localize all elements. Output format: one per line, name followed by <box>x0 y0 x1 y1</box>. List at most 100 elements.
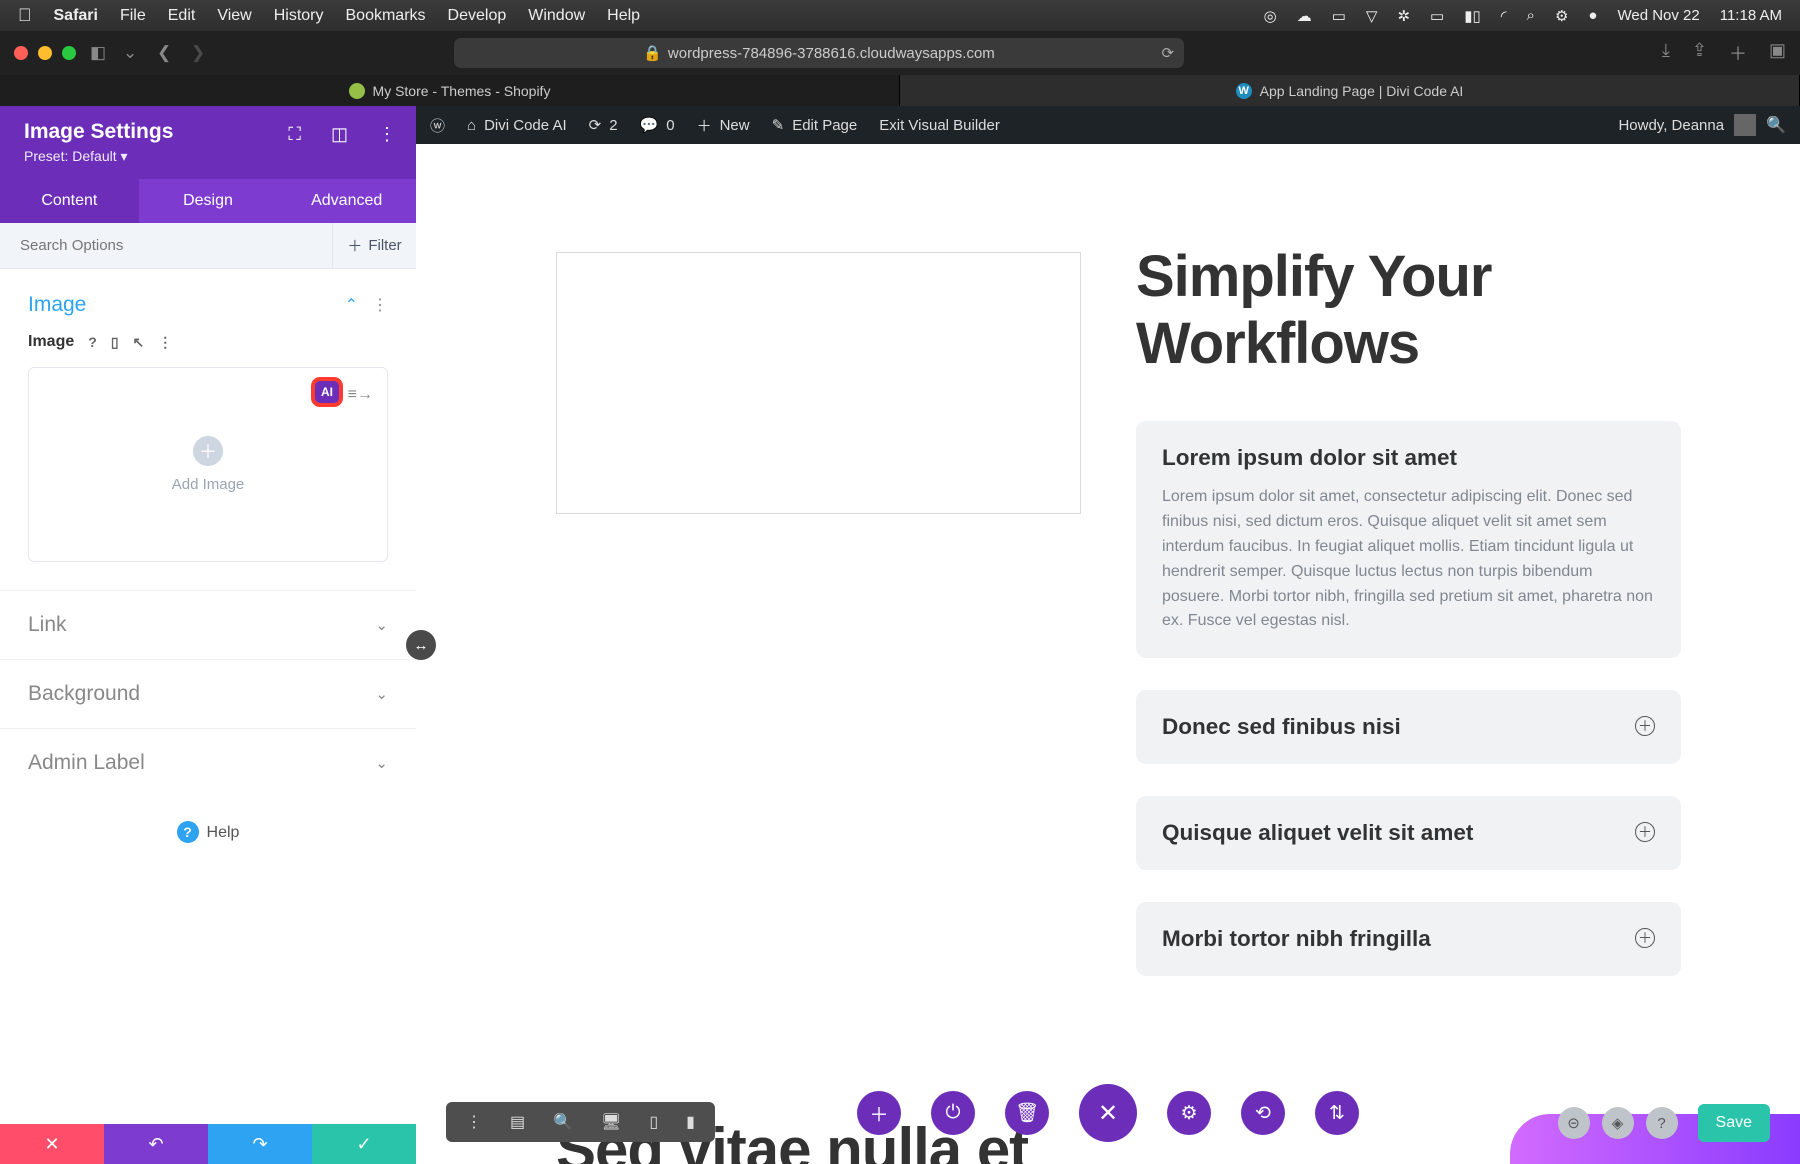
confirm-button[interactable]: ✓ <box>312 1124 416 1164</box>
section-image-header[interactable]: Image ⌃ ⋮ <box>0 283 416 327</box>
share-icon[interactable]: ⇪ <box>1692 40 1707 66</box>
panel-resize-handle[interactable]: ↔ <box>406 630 436 660</box>
browser-tab-shopify[interactable]: My Store - Themes - Shopify <box>0 75 900 106</box>
layers-icon[interactable]: ◈ <box>1602 1107 1634 1139</box>
help-icon[interactable]: ? <box>88 334 97 350</box>
collapse-icon[interactable]: ⌃ <box>345 295 358 315</box>
menu-view[interactable]: View <box>217 7 251 25</box>
tab-advanced[interactable]: Advanced <box>277 179 416 223</box>
image-upload-area[interactable]: AI ≡→ ＋ Add Image <box>28 367 388 562</box>
maximize-window[interactable] <box>62 46 76 60</box>
spotlight-icon[interactable]: ⌕ <box>1527 7 1535 24</box>
sidebar-toggle-icon[interactable]: ◧ <box>90 43 106 63</box>
status-icon[interactable]: ◎ <box>1264 7 1277 25</box>
preset-dropdown[interactable]: Preset: Default ▾ <box>24 148 392 165</box>
dynamic-content-icon[interactable]: ≡→ <box>348 386 373 404</box>
user-avatar[interactable] <box>1734 114 1756 136</box>
add-image-icon[interactable]: ＋ <box>193 436 223 466</box>
menu-file[interactable]: File <box>120 7 146 25</box>
zoom-out-icon[interactable]: ⊝ <box>1558 1107 1590 1139</box>
edit-page-button[interactable]: ✎ Edit Page <box>772 116 858 134</box>
browser-tab-wordpress[interactable]: W App Landing Page | Divi Code AI <box>900 75 1800 106</box>
accordion-item[interactable]: ＋ Quisque aliquet velit sit amet <box>1136 796 1681 870</box>
undo-button[interactable]: ↶ <box>104 1124 208 1164</box>
comments[interactable]: 💬 0 <box>640 116 675 134</box>
more-icon[interactable]: ⋮ <box>466 1112 482 1132</box>
history-icon[interactable]: ⟲ <box>1241 1091 1285 1135</box>
section-link[interactable]: Link⌄ <box>0 590 416 659</box>
bluetooth-icon[interactable]: ✲ <box>1397 7 1410 25</box>
field-more-icon[interactable]: ⋮ <box>158 334 172 351</box>
folder-icon[interactable]: ▭ <box>1332 7 1346 25</box>
close-window[interactable] <box>14 46 28 60</box>
menu-develop[interactable]: Develop <box>448 7 507 25</box>
tablet-icon[interactable]: ▯ <box>649 1112 658 1132</box>
close-menu-button[interactable]: ✕ <box>1079 1084 1137 1142</box>
section-more-icon[interactable]: ⋮ <box>372 295 388 315</box>
status-icon[interactable]: ☁︎ <box>1297 7 1312 25</box>
siri-icon[interactable]: ● <box>1588 7 1597 24</box>
sidebar-dropdown[interactable]: ⌄ <box>120 43 140 63</box>
admin-search-icon[interactable]: 🔍 <box>1766 115 1786 135</box>
menu-edit[interactable]: Edit <box>168 7 196 25</box>
menu-history[interactable]: History <box>274 7 324 25</box>
menu-bookmarks[interactable]: Bookmarks <box>346 7 426 25</box>
control-center-icon[interactable]: ⚙︎ <box>1555 7 1568 25</box>
downloads-icon[interactable]: ⤓ <box>1662 40 1670 66</box>
new-button[interactable]: ＋ New <box>697 115 750 136</box>
back-button[interactable]: ❮ <box>154 43 174 63</box>
section-background[interactable]: Background⌄ <box>0 659 416 728</box>
filter-button[interactable]: ＋ Filter <box>332 223 416 268</box>
app-name[interactable]: Safari <box>54 7 98 25</box>
page-canvas[interactable]: Simplify Your Workflows Lorem ipsum dolo… <box>416 144 1800 1164</box>
exit-visual-builder[interactable]: Exit Visual Builder <box>879 117 1000 134</box>
minimize-window[interactable] <box>38 46 52 60</box>
site-name[interactable]: ⌂ Divi Code AI <box>467 117 567 134</box>
save-button[interactable]: Save <box>1698 1104 1770 1142</box>
settings-icon[interactable]: ⚙ <box>1167 1091 1211 1135</box>
add-button[interactable]: ＋ <box>857 1091 901 1135</box>
accordion-item[interactable]: ＋ Donec sed finibus nisi <box>1136 690 1681 764</box>
redo-button[interactable]: ↷ <box>208 1124 312 1164</box>
phone-icon[interactable]: ▮ <box>686 1112 695 1132</box>
phone-icon[interactable]: ▯ <box>111 334 119 351</box>
menu-window[interactable]: Window <box>528 7 585 25</box>
menubar-time[interactable]: 11:18 AM <box>1720 7 1782 24</box>
battery-icon[interactable]: ▮▯ <box>1464 7 1481 25</box>
power-icon[interactable]: ⏻ <box>931 1091 975 1135</box>
updates[interactable]: ⟳ 2 <box>589 116 618 134</box>
column-view-icon[interactable]: ◫ <box>331 124 348 145</box>
image-module-placeholder[interactable] <box>556 252 1081 514</box>
wifi-icon[interactable]: ◜ <box>1501 7 1507 25</box>
responsive-preview-icon[interactable]: ⛶ <box>288 124 301 145</box>
help-icon[interactable]: ? <box>1646 1107 1678 1139</box>
accordion-item[interactable]: Lorem ipsum dolor sit amet Lorem ipsum d… <box>1136 421 1681 658</box>
cancel-button[interactable]: ✕ <box>0 1124 104 1164</box>
section-admin-label[interactable]: Admin Label⌄ <box>0 728 416 797</box>
headline[interactable]: Simplify Your Workflows <box>1136 244 1681 377</box>
accordion-item[interactable]: ＋ Morbi tortor nibh fringilla <box>1136 902 1681 976</box>
airdrop-icon[interactable]: ▽ <box>1366 7 1378 25</box>
apple-menu-icon[interactable]:  <box>18 5 32 26</box>
menubar-date[interactable]: Wed Nov 22 <box>1617 7 1699 24</box>
zoom-icon[interactable]: 🔍 <box>553 1112 573 1132</box>
wireframe-icon[interactable]: ▤ <box>510 1112 525 1132</box>
help-link[interactable]: ?Help <box>0 797 416 867</box>
delete-icon[interactable]: 🗑 <box>1005 1091 1049 1135</box>
hover-icon[interactable]: ↖ <box>133 334 145 351</box>
tab-design[interactable]: Design <box>139 179 278 223</box>
reload-icon[interactable]: ⟳ <box>1161 44 1174 62</box>
keyboard-icon[interactable]: ▭ <box>1430 7 1444 25</box>
search-input[interactable] <box>0 223 332 268</box>
tab-content[interactable]: Content <box>0 179 139 223</box>
ai-button[interactable]: AI <box>311 377 343 407</box>
desktop-icon[interactable]: 🖥 <box>601 1112 621 1132</box>
address-bar[interactable]: 🔒 wordpress-784896-3788616.cloudwaysapps… <box>454 38 1184 68</box>
swap-icon[interactable]: ⇅ <box>1315 1091 1359 1135</box>
tabs-icon[interactable]: ▣ <box>1769 40 1786 66</box>
howdy-text[interactable]: Howdy, Deanna <box>1618 117 1724 134</box>
new-tab-icon[interactable]: ＋ <box>1729 40 1747 66</box>
more-icon[interactable]: ⋮ <box>378 124 396 145</box>
wp-logo[interactable]: ⓦ <box>430 115 445 136</box>
menu-help[interactable]: Help <box>607 7 640 25</box>
